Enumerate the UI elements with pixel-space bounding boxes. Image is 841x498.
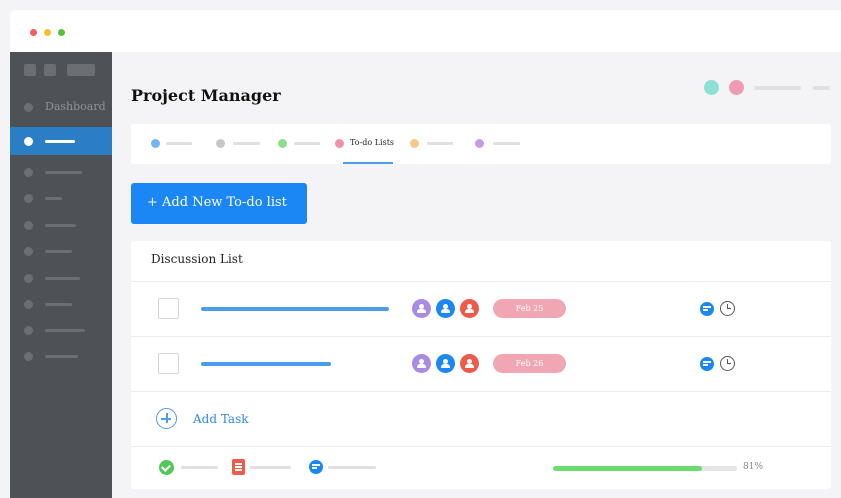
- bullet-icon: [24, 300, 33, 309]
- placeholder-line: [45, 197, 62, 200]
- due-date-badge[interactable]: Feb 26: [493, 354, 566, 373]
- tab-dot-icon[interactable]: [410, 139, 419, 148]
- sidebar-item[interactable]: [10, 344, 112, 368]
- sidebar-item[interactable]: [10, 160, 112, 184]
- placeholder-line: [45, 277, 80, 280]
- placeholder-line: [754, 86, 801, 90]
- tab-dot-icon[interactable]: [151, 139, 160, 148]
- bullet-icon: [24, 221, 33, 230]
- placeholder-line: [813, 86, 830, 90]
- minimize-window-button[interactable]: [44, 29, 51, 36]
- tab-todo-lists[interactable]: To-do Lists: [350, 138, 394, 147]
- task-checkbox[interactable]: [158, 298, 179, 319]
- progress-label: 81%: [743, 462, 764, 472]
- bullet-icon: [24, 326, 33, 335]
- sidebar-placeholder-box: [67, 64, 95, 76]
- bullet-icon: [24, 274, 33, 283]
- card-title: Discussion List: [151, 252, 243, 266]
- app-window: Dashboard Project Manager To-do Lists + …: [10, 10, 841, 498]
- placeholder-line: [45, 329, 85, 332]
- sidebar-item-active[interactable]: [10, 127, 112, 155]
- placeholder-line: [181, 466, 218, 469]
- chat-icon[interactable]: [700, 357, 714, 371]
- add-task-button[interactable]: Add Task: [193, 412, 249, 426]
- discussion-list-card: Discussion List Feb 25 Feb 26 Add Task 8…: [131, 241, 831, 489]
- tab-dot-icon[interactable]: [278, 139, 287, 148]
- tab-placeholder[interactable]: [294, 142, 320, 145]
- bullet-icon: [24, 194, 33, 203]
- tab-placeholder[interactable]: [233, 142, 260, 145]
- user-icon[interactable]: [436, 299, 455, 318]
- sidebar-item[interactable]: [10, 213, 112, 237]
- placeholder-line: [45, 355, 78, 358]
- placeholder-line: [45, 140, 75, 143]
- placeholder-line: [45, 250, 72, 253]
- tab-placeholder[interactable]: [427, 142, 453, 145]
- chat-icon[interactable]: [700, 302, 714, 316]
- placeholder-line: [45, 303, 72, 306]
- user-icon[interactable]: [460, 299, 479, 318]
- divider: [131, 336, 831, 337]
- sidebar-placeholder-box: [44, 64, 56, 76]
- sidebar-item[interactable]: [10, 318, 112, 342]
- active-tab-indicator: [343, 162, 393, 164]
- title-bar: [10, 10, 841, 52]
- tab-dot-icon[interactable]: [335, 139, 344, 148]
- divider: [131, 281, 831, 282]
- task-checkbox[interactable]: [158, 353, 179, 374]
- dashboard-bullet-icon: [24, 103, 33, 112]
- bullet-icon: [24, 137, 33, 146]
- tab-placeholder[interactable]: [493, 142, 520, 145]
- page-title: Project Manager: [131, 86, 281, 105]
- check-circle-icon[interactable]: [159, 460, 174, 475]
- bullet-icon: [24, 168, 33, 177]
- user-icon[interactable]: [412, 299, 431, 318]
- progress-fill: [553, 466, 703, 471]
- bullet-icon: [24, 247, 33, 256]
- task-title-placeholder[interactable]: [201, 307, 389, 311]
- due-date-badge[interactable]: Feb 25: [493, 299, 566, 318]
- maximize-window-button[interactable]: [58, 29, 65, 36]
- divider: [131, 391, 831, 392]
- close-window-button[interactable]: [30, 29, 37, 36]
- placeholder-line: [328, 466, 376, 469]
- add-todo-list-button[interactable]: + Add New To-do list: [131, 183, 307, 224]
- sidebar-placeholder-box: [24, 64, 36, 76]
- tab-dot-icon[interactable]: [216, 139, 225, 148]
- clock-icon[interactable]: [720, 356, 735, 371]
- user-avatar[interactable]: [704, 80, 719, 95]
- plus-icon[interactable]: [156, 408, 177, 429]
- clock-icon[interactable]: [720, 301, 735, 316]
- progress-bar: [553, 466, 737, 471]
- sidebar-item-label: Dashboard: [45, 100, 106, 113]
- sidebar-item[interactable]: [10, 292, 112, 316]
- task-title-placeholder[interactable]: [201, 362, 331, 366]
- user-avatar[interactable]: [729, 80, 744, 95]
- placeholder-line: [250, 466, 291, 469]
- sidebar-item[interactable]: [10, 266, 112, 290]
- tab-placeholder[interactable]: [166, 142, 192, 145]
- task-list-icon[interactable]: [232, 459, 245, 475]
- tab-bar: To-do Lists: [131, 124, 831, 164]
- sidebar: Dashboard: [10, 52, 112, 498]
- sidebar-item-dashboard[interactable]: Dashboard: [10, 95, 112, 119]
- bullet-icon: [24, 352, 33, 361]
- main-content: Project Manager To-do Lists + Add New To…: [112, 52, 841, 498]
- user-icon[interactable]: [412, 354, 431, 373]
- chat-icon[interactable]: [309, 460, 323, 474]
- tab-dot-icon[interactable]: [475, 139, 484, 148]
- placeholder-line: [45, 224, 76, 227]
- placeholder-line: [45, 171, 82, 174]
- sidebar-item[interactable]: [10, 239, 112, 263]
- user-icon[interactable]: [460, 354, 479, 373]
- sidebar-item[interactable]: [10, 186, 112, 210]
- divider: [131, 446, 831, 447]
- user-icon[interactable]: [436, 354, 455, 373]
